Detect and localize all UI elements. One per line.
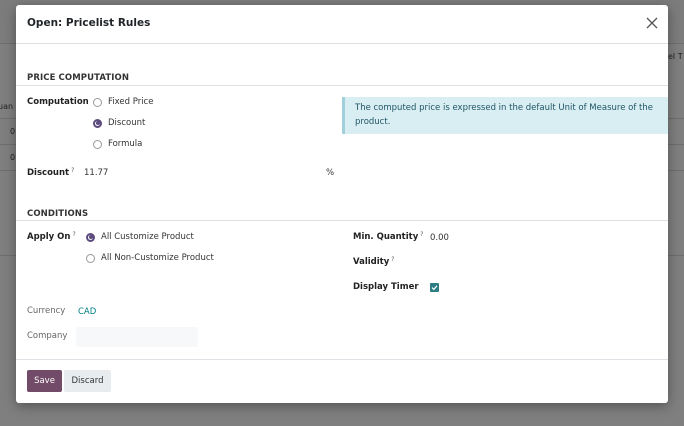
radio-button[interactable] — [93, 97, 102, 107]
computation-option-fixed-price[interactable]: Fixed Price — [93, 97, 153, 107]
radio-label: All Non-Customize Product — [101, 253, 214, 263]
radio-button[interactable] — [86, 253, 95, 263]
conditions-section-title: CONDITIONS — [27, 209, 89, 219]
display-timer-checkbox[interactable] — [430, 283, 439, 292]
radio-label: Discount — [108, 118, 146, 128]
discount-input[interactable]: 11.77 — [84, 168, 108, 178]
display-timer-label: Display Timer — [353, 282, 419, 292]
tooltip-help-icon[interactable]: ? — [72, 231, 75, 238]
radio-button[interactable] — [93, 139, 102, 149]
modal-title: Open: Pricelist Rules — [27, 17, 151, 29]
computation-label: Computation — [27, 97, 89, 107]
radio-label: All Customize Product — [101, 232, 194, 242]
radio-button-checked[interactable] — [93, 118, 102, 128]
section-divider — [16, 85, 668, 86]
discount-unit: % — [326, 168, 335, 178]
pricelist-rules-dialog: Open: Pricelist Rules PRICE COMPUTATION … — [16, 5, 668, 403]
tooltip-help-icon[interactable]: ? — [420, 231, 423, 238]
save-button[interactable]: Save — [27, 370, 62, 392]
tooltip-help-icon[interactable]: ? — [391, 256, 394, 263]
tooltip-help-icon[interactable]: ? — [71, 167, 74, 174]
validity-label: Validity? — [353, 256, 395, 267]
currency-value-link[interactable]: CAD — [78, 307, 96, 317]
min-quantity-input[interactable]: 0.00 — [430, 233, 449, 243]
min-quantity-label: Min. Quantity? — [353, 231, 424, 242]
discard-button[interactable]: Discard — [64, 370, 111, 392]
radio-label: Formula — [108, 139, 143, 149]
currency-label: Currency — [27, 306, 66, 316]
unit-of-measure-info-alert: The computed price is expressed in the d… — [342, 97, 668, 134]
radio-button-checked[interactable] — [86, 232, 95, 242]
section-divider — [16, 220, 668, 221]
computation-option-discount[interactable]: Discount — [93, 118, 145, 128]
apply-on-option-non-customize[interactable]: All Non-Customize Product — [86, 253, 214, 263]
company-label: Company — [27, 331, 68, 341]
discount-label: Discount? — [27, 167, 75, 178]
modal-header: Open: Pricelist Rules — [16, 5, 668, 44]
footer-divider — [16, 359, 668, 360]
radio-label: Fixed Price — [108, 97, 154, 107]
apply-on-option-customize[interactable]: All Customize Product — [86, 232, 194, 242]
apply-on-label: Apply On? — [27, 231, 76, 242]
check-icon — [431, 285, 438, 291]
price-computation-section-title: PRICE COMPUTATION — [27, 73, 130, 83]
computation-option-formula[interactable]: Formula — [93, 139, 142, 149]
close-icon[interactable] — [645, 16, 659, 30]
company-input[interactable] — [76, 327, 198, 347]
